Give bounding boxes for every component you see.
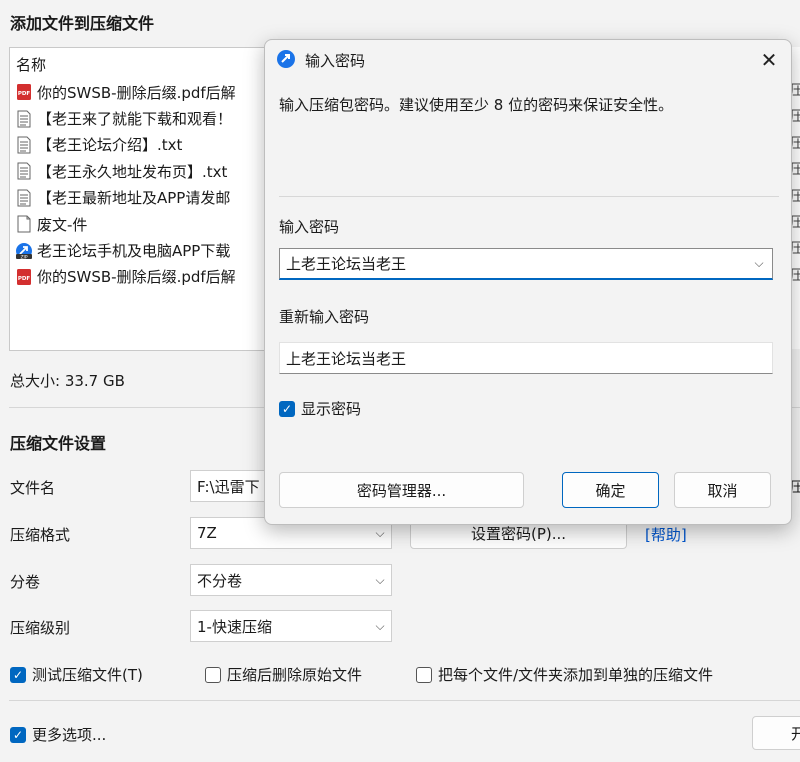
checkbox-unchecked-icon[interactable] [205, 666, 221, 683]
help-link[interactable]: [帮助] [645, 524, 687, 545]
reenter-password-label: 重新输入密码 [279, 308, 370, 326]
dialog-description: 输入压缩包密码。建议使用至少 8 位的密码来保证安全性。 [279, 96, 674, 114]
file-name: 【老王永久地址发布页】.txt [37, 162, 228, 181]
filename-label: 文件名 [10, 479, 56, 497]
level-select[interactable]: 1-快速压缩 ⌵ [190, 610, 392, 642]
chevron-down-icon: ⌵ [375, 525, 385, 540]
cancel-button[interactable]: 取消 [674, 472, 771, 508]
close-icon[interactable]: ✕ [755, 46, 783, 74]
checkbox-checked-icon[interactable]: ✓ [10, 726, 26, 743]
delete-original-option[interactable]: 压缩后删除原始文件 [205, 664, 362, 685]
file-name: 【老王最新地址及APP请发邮 [37, 189, 231, 208]
column-header-name[interactable]: 名称 [16, 54, 46, 75]
more-options[interactable]: ✓ 更多选项... [10, 724, 106, 745]
divider [279, 196, 779, 197]
blank-file-icon [15, 215, 33, 233]
pdf-icon: PDF [15, 83, 33, 101]
text-file-icon [15, 110, 33, 128]
password-manager-button[interactable]: 密码管理器... [279, 472, 524, 508]
format-label: 压缩格式 [10, 526, 71, 544]
pdf-icon: PDF [15, 268, 33, 286]
filename-input[interactable]: F:\迅雷下 [190, 470, 270, 502]
show-password-option[interactable]: ✓ 显示密码 [279, 398, 361, 419]
window-title: 添加文件到压缩文件 [10, 14, 155, 33]
total-size: 总大小: 33.7 GB [10, 372, 125, 390]
password-field[interactable]: 上老王论坛当老王 ⌵ [279, 248, 773, 280]
file-name: 废文-件 [37, 215, 88, 234]
file-name: 老王论坛手机及电脑APP下载 [37, 242, 231, 261]
password-label: 输入密码 [279, 218, 340, 236]
svg-text:ZIP: ZIP [20, 254, 27, 260]
separate-archives-option[interactable]: 把每个文件/文件夹添加到单独的压缩文件 [416, 664, 713, 685]
file-name: 【老王来了就能下载和观看！ [37, 110, 233, 129]
volume-select[interactable]: 不分卷 ⌵ [190, 564, 392, 596]
level-label: 压缩级别 [10, 619, 71, 637]
file-name: 你的SWSB-删除后缀.pdf后解 [37, 83, 236, 102]
chevron-down-icon: ⌵ [375, 572, 385, 587]
settings-heading: 压缩文件设置 [10, 434, 107, 453]
text-file-icon [15, 162, 33, 180]
svg-text:PDF: PDF [18, 276, 31, 282]
volume-label: 分卷 [10, 573, 41, 591]
start-button[interactable]: 开 [752, 716, 800, 750]
reenter-password-field[interactable]: 上老王论坛当老王 [279, 342, 773, 374]
zip-icon: ZIP [15, 242, 33, 260]
dialog-title: 输入密码 [305, 52, 366, 70]
file-name: 【老王论坛介绍】.txt [37, 136, 183, 155]
password-dialog: 输入密码 ✕ 输入压缩包密码。建议使用至少 8 位的密码来保证安全性。 输入密码… [264, 39, 792, 525]
checkbox-unchecked-icon[interactable] [416, 666, 432, 683]
checkbox-checked-icon[interactable]: ✓ [279, 400, 295, 417]
divider [9, 700, 800, 701]
app-logo-icon [277, 50, 295, 68]
svg-text:PDF: PDF [18, 91, 31, 97]
test-archive-option[interactable]: ✓ 测试压缩文件(T) [10, 664, 143, 685]
file-name: 你的SWSB-删除后缀.pdf后解 [37, 268, 236, 287]
checkbox-checked-icon[interactable]: ✓ [10, 666, 26, 683]
text-file-icon [15, 136, 33, 154]
text-file-icon [15, 189, 33, 207]
ok-button[interactable]: 确定 [562, 472, 659, 508]
chevron-down-icon[interactable]: ⌵ [746, 256, 772, 271]
chevron-down-icon: ⌵ [375, 618, 385, 633]
